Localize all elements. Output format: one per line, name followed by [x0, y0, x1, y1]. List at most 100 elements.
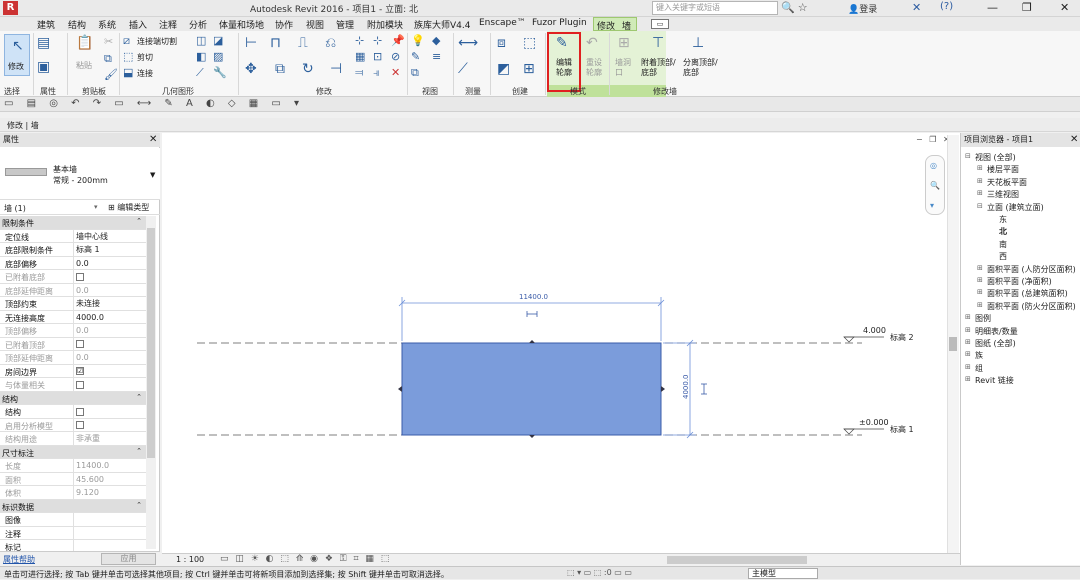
type-properties-icon[interactable]: ▣: [37, 60, 50, 74]
tab-manage[interactable]: 管理: [336, 18, 354, 31]
ribbon-minimize-icon[interactable]: ▭: [651, 19, 669, 29]
tree-item[interactable]: 立面 (建筑立面): [987, 202, 1044, 213]
delete-icon[interactable]: ✕: [391, 66, 400, 80]
tree-expander-icon[interactable]: ⊞: [965, 350, 971, 358]
split-icon[interactable]: ⊹: [355, 34, 364, 48]
property-value[interactable]: 4000.0: [73, 310, 146, 324]
tab-architecture[interactable]: 建筑: [37, 18, 55, 31]
detach-icon[interactable]: ⊥: [692, 36, 704, 50]
search-input[interactable]: 键入关键字或短语: [652, 1, 778, 15]
tree-item[interactable]: 图例: [975, 313, 991, 324]
paste-icon[interactable]: 📋: [76, 36, 93, 50]
chevron-down-icon[interactable]: ▼: [150, 171, 155, 179]
cut-icon[interactable]: ✂: [104, 35, 113, 49]
level-2-elevation[interactable]: 4.000: [863, 326, 886, 335]
wall-grip-bottom[interactable]: [529, 435, 535, 438]
tree-item[interactable]: 视图 (全部): [975, 152, 1016, 163]
property-value[interactable]: [73, 526, 146, 540]
tree-expander-icon[interactable]: ⊞: [965, 313, 971, 321]
tree-item[interactable]: 图纸 (全部): [975, 338, 1016, 349]
tab-modify-wall[interactable]: 修改 墙: [593, 17, 637, 32]
property-category[interactable]: 尺寸标注 ⌃: [0, 445, 146, 459]
height-dimension-text[interactable]: 4000.0: [682, 375, 690, 400]
detach-label[interactable]: 分离顶部/底部: [683, 58, 723, 78]
level-1-name[interactable]: 标高 1: [890, 424, 914, 434]
properties-icon[interactable]: ▤: [37, 36, 50, 50]
mirror-axis-icon[interactable]: ⎍: [298, 36, 308, 50]
scrollbar-thumb[interactable]: [147, 228, 155, 458]
unpin-icon[interactable]: ⊘: [391, 50, 400, 64]
tree-item[interactable]: 楼层平面: [987, 164, 1019, 175]
tab-view[interactable]: 视图: [306, 18, 324, 31]
tree-item[interactable]: 三维视图: [987, 189, 1019, 200]
login-button[interactable]: 👤登录: [848, 2, 877, 15]
extend-icon[interactable]: ⫣: [373, 66, 380, 80]
tree-expander-icon[interactable]: ⊟: [965, 152, 971, 160]
wall-grip-left[interactable]: [398, 386, 402, 392]
view-control-icons[interactable]: ▭ ◫ ☀ ◐ ⬚ ⟰ ◉ ❖ ⚿ ⌗ ▦ ⬚: [220, 554, 391, 564]
horizontal-scrollbar-thumb[interactable]: [667, 556, 807, 564]
attach-label[interactable]: 附着顶部/底部: [641, 58, 681, 78]
instance-filter[interactable]: 墙 (1) ▾ ⊞ 编辑类型: [0, 201, 160, 215]
close-icon[interactable]: ✕: [1070, 134, 1078, 145]
linework-icon[interactable]: ⧉: [411, 66, 419, 80]
close-icon[interactable]: ✕: [149, 134, 157, 145]
split-gap-icon[interactable]: ⊹: [373, 34, 382, 48]
checkbox[interactable]: ☑: [76, 367, 84, 375]
tree-expander-icon[interactable]: ⊞: [977, 301, 983, 309]
active-workset-select[interactable]: 主模型: [748, 568, 818, 579]
filter-icon[interactable]: ≡: [432, 50, 441, 64]
revit-logo-icon[interactable]: R: [3, 1, 18, 15]
tree-expander-icon[interactable]: ⊞: [977, 264, 983, 272]
cut-join-label[interactable]: 连接端切割: [137, 36, 177, 47]
mirror-draw-icon[interactable]: ⎌: [325, 36, 336, 50]
tab-systems[interactable]: 系统: [98, 18, 116, 31]
dimension-icon[interactable]: ⟋: [458, 62, 468, 76]
tree-item[interactable]: 组: [975, 363, 983, 374]
collapse-icon[interactable]: ⌃: [136, 447, 142, 455]
property-category[interactable]: 结构 ⌃: [0, 391, 146, 405]
property-value[interactable]: ☑: [73, 364, 146, 378]
wall-grip-right[interactable]: [661, 386, 665, 392]
tree-item[interactable]: 天花板平面: [987, 177, 1027, 188]
tab-collaborate[interactable]: 协作: [275, 18, 293, 31]
property-value[interactable]: 0.0: [73, 256, 146, 270]
demolish-icon[interactable]: ◧: [196, 50, 206, 64]
tree-expander-icon[interactable]: ⊞: [977, 189, 983, 197]
properties-help-link[interactable]: 属性帮助: [3, 554, 35, 565]
attach-icon[interactable]: ⊤: [652, 36, 664, 50]
property-value[interactable]: 墙中心线: [73, 229, 146, 243]
override-icon[interactable]: ✎: [411, 50, 420, 64]
match-type-icon[interactable]: 🖌: [104, 68, 118, 82]
reset-profile-label[interactable]: 重设轮廓: [586, 58, 606, 78]
help-button[interactable]: (?): [940, 1, 953, 12]
tab-analyze[interactable]: 分析: [189, 18, 207, 31]
trim-extend-icon[interactable]: ⊣: [330, 62, 342, 76]
property-value[interactable]: 未连接: [73, 297, 146, 310]
tree-expander-icon[interactable]: ⊞: [977, 276, 983, 284]
array-icon[interactable]: ▦: [355, 50, 365, 64]
tree-item[interactable]: 东: [999, 214, 1007, 225]
tab-fuzor[interactable]: Fuzor Plugin: [532, 18, 587, 28]
view-scale[interactable]: 1 : 100: [176, 555, 204, 564]
offset-icon[interactable]: ⊓: [270, 36, 281, 50]
close-icon[interactable]: ✕: [1060, 1, 1069, 14]
tree-expander-icon[interactable]: ⊞: [965, 338, 971, 346]
move-icon[interactable]: ✥: [245, 62, 257, 76]
tree-expander-icon[interactable]: ⊞: [965, 326, 971, 334]
measure-between-icon[interactable]: ⟷: [458, 36, 478, 50]
chevron-down-icon[interactable]: ▾: [930, 201, 934, 210]
paint-icon[interactable]: ◪: [213, 34, 223, 48]
copy-element-icon[interactable]: ⧉: [275, 62, 285, 76]
zoom-icon[interactable]: 🔍: [930, 181, 940, 190]
maximize-icon[interactable]: ❐: [1022, 1, 1032, 14]
elevation-view[interactable]: 11400.0 4000.0 4.000 标高 2 ±0.000 标高 1: [162, 133, 960, 553]
trim-multi-icon[interactable]: ⫤: [355, 66, 363, 80]
tree-item[interactable]: Revit 链接: [975, 375, 1014, 386]
edit-type-button[interactable]: ⊞ 编辑类型: [108, 202, 149, 213]
property-category[interactable]: 标识数据 ⌃: [0, 499, 146, 513]
cut-join-icon[interactable]: ⧄: [123, 34, 130, 48]
view-tool-icon[interactable]: ◆: [432, 34, 440, 48]
create-parts-icon[interactable]: ⬚: [523, 36, 536, 50]
tree-expander-icon[interactable]: ⊞: [977, 177, 983, 185]
